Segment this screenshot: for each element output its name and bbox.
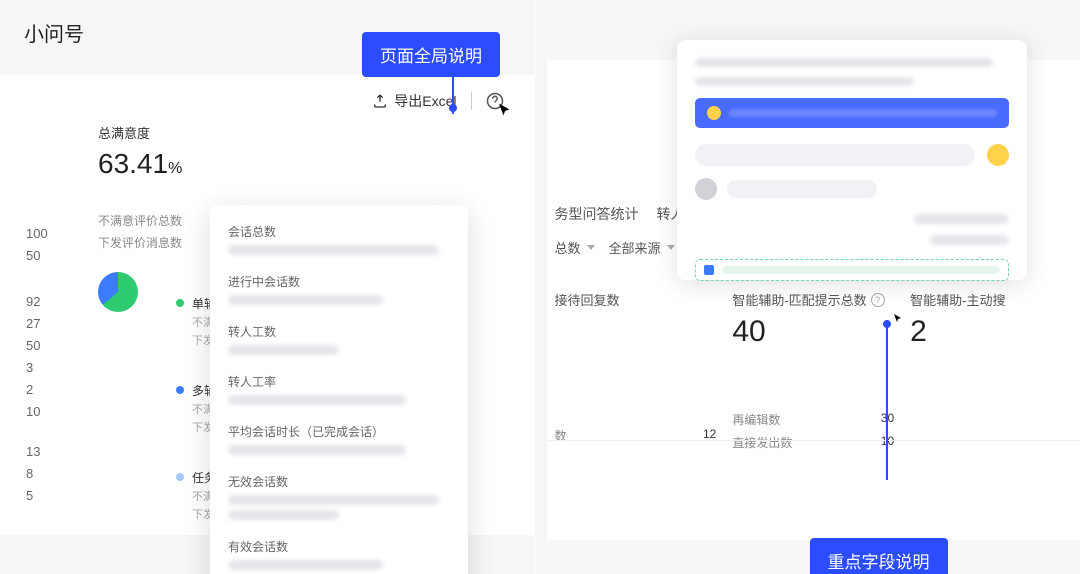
metric-value: 40 bbox=[732, 315, 894, 349]
chevron-down-icon bbox=[587, 245, 595, 250]
axis-numbers-3: 13 8 5 bbox=[26, 441, 40, 507]
tab-qa-stats[interactable]: 务型问答统计 bbox=[555, 204, 639, 224]
axis-numbers-2: 92 27 50 3 2 10 bbox=[26, 291, 40, 423]
export-excel-button[interactable]: 导出Excel bbox=[372, 91, 456, 111]
cursor-pointer-icon bbox=[892, 313, 904, 325]
metric-label-match-hints: 智能辅助-匹配提示总数 bbox=[732, 290, 866, 309]
callout-global: 页面全局说明 bbox=[362, 32, 500, 77]
help-popover: 会话总数 进行中会话数 转人工数 转人工率 平均会话时长（已完成会话） 无效会话… bbox=[210, 205, 468, 574]
help-icon[interactable] bbox=[486, 92, 504, 110]
filter-total[interactable]: 总数 bbox=[555, 238, 595, 257]
metric-value: 2 bbox=[910, 315, 1072, 349]
callout-field: 重点字段说明 bbox=[810, 538, 948, 574]
filter-source[interactable]: 全部来源 bbox=[609, 238, 675, 257]
toolbar-divider bbox=[471, 92, 472, 110]
help-icon[interactable]: ? bbox=[871, 293, 885, 307]
metric-label-reply-count: 接待回复数 bbox=[555, 290, 717, 309]
axis-numbers-1: 100 50 bbox=[26, 223, 48, 267]
metric-label-proactive-search: 智能辅助-主动搜 bbox=[910, 290, 1072, 309]
field-tooltip-preview bbox=[677, 40, 1027, 280]
chevron-down-icon bbox=[667, 245, 675, 250]
donut-chart bbox=[98, 272, 138, 312]
